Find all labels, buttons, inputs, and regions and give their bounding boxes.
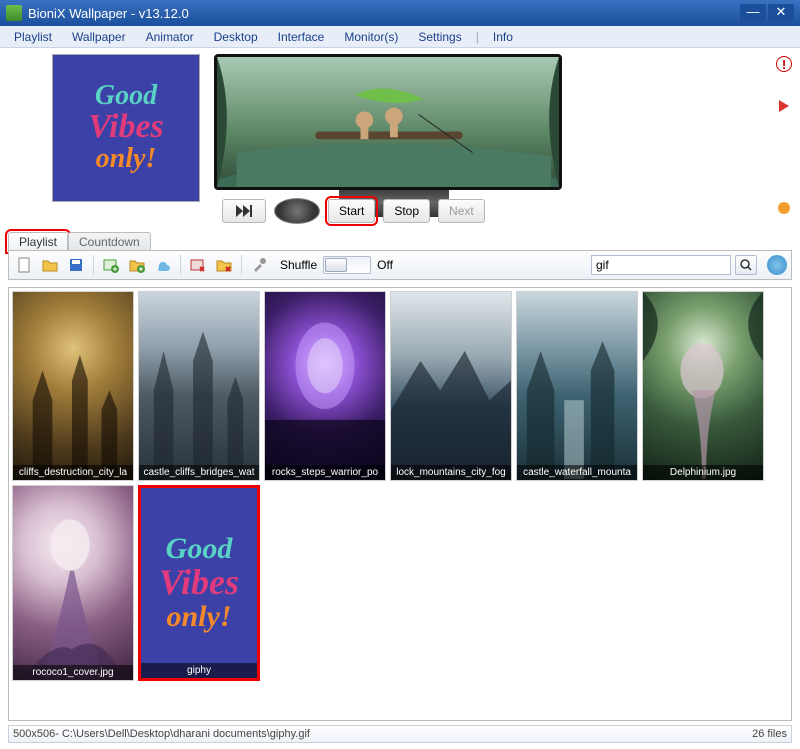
shuffle-state: Off — [377, 258, 393, 272]
add-folder-icon[interactable] — [126, 254, 148, 276]
close-button[interactable]: ✕ — [768, 4, 794, 22]
menu-separator: | — [472, 30, 483, 44]
stop-button[interactable]: Stop — [383, 199, 430, 223]
good-vibes-text: Vibes — [88, 110, 164, 144]
menu-animator[interactable]: Animator — [136, 28, 204, 46]
good-vibes-text: only! — [159, 600, 239, 633]
play-indicator-icon[interactable] — [779, 100, 789, 112]
titlebar: BioniX Wallpaper - v13.12.0 — ✕ — [0, 0, 800, 26]
current-wallpaper-thumb[interactable]: Good Vibes only! — [52, 54, 200, 202]
status-dimensions: 500x506 — [13, 728, 55, 740]
open-folder-icon[interactable] — [39, 254, 61, 276]
loading-spinner-icon — [274, 198, 320, 224]
thumb-label: rococo1_cover.jpg — [13, 665, 133, 680]
list-item[interactable]: rocks_steps_warrior_po — [264, 291, 386, 481]
menu-wallpaper[interactable]: Wallpaper — [62, 28, 136, 46]
thumb-label: giphy — [141, 663, 257, 678]
thumb-label: Delphinium.jpg — [643, 465, 763, 480]
app-icon — [6, 5, 22, 21]
menubar: Playlist Wallpaper Animator Desktop Inte… — [0, 26, 800, 48]
playback-controls: Start Stop Next — [222, 198, 485, 224]
status-file-count: 26 files — [752, 728, 787, 740]
list-item[interactable]: cliffs_destruction_city_la — [12, 291, 134, 481]
next-button[interactable]: Next — [438, 199, 485, 223]
menu-info[interactable]: Info — [483, 28, 523, 46]
menu-playlist[interactable]: Playlist — [4, 28, 62, 46]
menu-interface[interactable]: Interface — [268, 28, 335, 46]
list-item[interactable]: lock_mountains_city_fog — [390, 291, 512, 481]
shuffle-toggle[interactable] — [323, 256, 371, 274]
good-vibes-text: only! — [96, 144, 157, 175]
tab-bar: Playlist Countdown — [0, 230, 151, 250]
alert-icon[interactable]: ! — [776, 56, 792, 72]
web-icon[interactable] — [767, 255, 787, 275]
good-vibes-text: Vibes — [159, 564, 239, 600]
menu-desktop[interactable]: Desktop — [204, 28, 268, 46]
thumb-label: lock_mountains_city_fog — [391, 465, 511, 480]
list-item[interactable]: rococo1_cover.jpg — [12, 485, 134, 681]
search-button[interactable] — [735, 255, 757, 275]
minimize-button[interactable]: — — [740, 4, 766, 22]
settings-gear-icon[interactable] — [776, 200, 792, 216]
delete-folder-icon[interactable] — [213, 254, 235, 276]
list-item[interactable]: Good Vibes only! giphy — [138, 485, 260, 681]
thumbnail-grid: cliffs_destruction_city_la castle_cliffs… — [8, 287, 792, 721]
status-path: - C:\Users\Dell\Desktop\dharani document… — [55, 728, 310, 740]
remove-image-icon[interactable] — [187, 254, 209, 276]
skip-next-button[interactable] — [222, 199, 266, 223]
menu-settings[interactable]: Settings — [408, 28, 471, 46]
tab-countdown[interactable]: Countdown — [68, 232, 151, 251]
status-bar: 500x506 - C:\Users\Dell\Desktop\dharani … — [8, 725, 792, 743]
app-title: BioniX Wallpaper - v13.12.0 — [28, 6, 189, 21]
tools-icon[interactable] — [248, 254, 270, 276]
playlist-toolbar: Shuffle Off — [8, 250, 792, 280]
thumb-label: cliffs_destruction_city_la — [13, 465, 133, 480]
search-input[interactable] — [591, 255, 731, 275]
good-vibes-text: Good — [159, 534, 239, 564]
monitor-preview[interactable]: 1366x768 — [214, 54, 562, 190]
start-button[interactable]: Start — [328, 199, 375, 223]
cloud-download-icon[interactable] — [152, 254, 174, 276]
shuffle-label: Shuffle — [280, 258, 317, 272]
save-icon[interactable] — [65, 254, 87, 276]
thumb-label: castle_cliffs_bridges_wat — [139, 465, 259, 480]
list-item[interactable]: Delphinium.jpg — [642, 291, 764, 481]
good-vibes-text: Good — [95, 82, 157, 110]
list-item[interactable]: castle_cliffs_bridges_wat — [138, 291, 260, 481]
thumb-label: castle_waterfall_mounta — [517, 465, 637, 480]
add-image-icon[interactable] — [100, 254, 122, 276]
right-sidebar: ! — [774, 56, 794, 222]
list-item[interactable]: castle_waterfall_mounta — [516, 291, 638, 481]
tab-playlist[interactable]: Playlist — [8, 232, 68, 251]
new-file-icon[interactable] — [13, 254, 35, 276]
menu-monitors[interactable]: Monitor(s) — [334, 28, 408, 46]
thumb-label: rocks_steps_warrior_po — [265, 465, 385, 480]
